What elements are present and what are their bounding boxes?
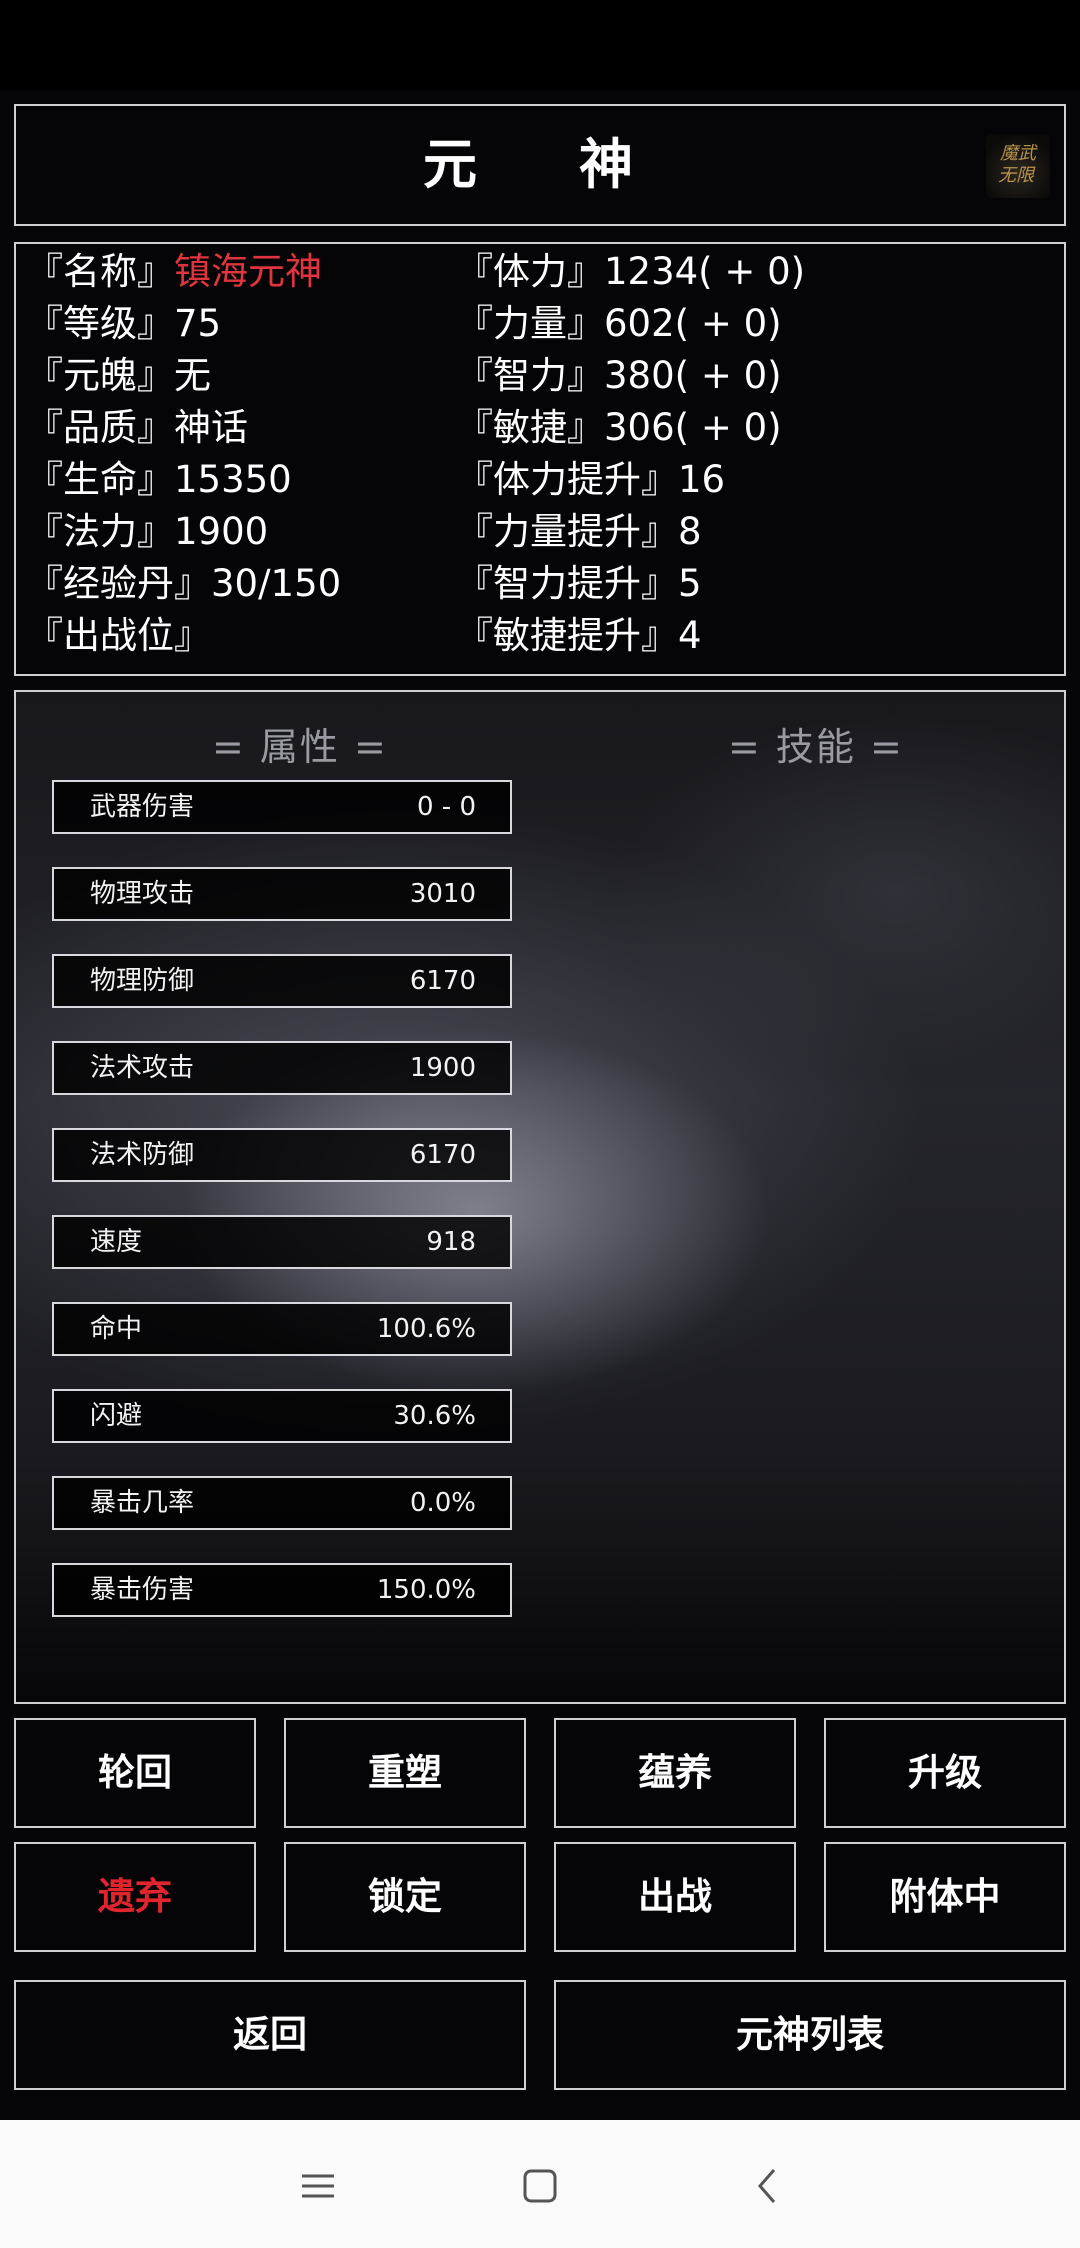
info-soul: 『元魄』无: [26, 354, 211, 397]
info-name: 『名称』镇海元神: [26, 250, 322, 293]
stat-crit-rate: 暴击几率 0.0%: [52, 1476, 512, 1530]
system-nav-bar: [0, 2120, 1080, 2248]
lock-button[interactable]: 锁定: [284, 1842, 526, 1952]
info-strength-growth: 『力量提升』8: [456, 510, 702, 553]
stat-dodge: 闪避 30.6%: [52, 1389, 512, 1443]
upgrade-button[interactable]: 升级: [824, 1718, 1066, 1828]
nurture-button[interactable]: 蕴养: [554, 1718, 796, 1828]
stat-weapon-damage: 武器伤害 0 - 0: [52, 780, 512, 834]
info-agility-growth: 『敏捷提升』4: [456, 614, 702, 657]
stat-magic-defense: 法术防御 6170: [52, 1128, 512, 1182]
info-stamina-growth: 『体力提升』16: [456, 458, 726, 501]
stat-speed: 速度 918: [52, 1215, 512, 1269]
info-quality: 『品质』神话: [26, 406, 248, 449]
title-panel: 元 神 魔武 无限: [14, 104, 1066, 226]
info-battle-position: 『出战位』: [26, 614, 211, 657]
info-mana: 『法力』1900: [26, 510, 269, 553]
info-intellect: 『智力』380( + 0): [456, 354, 782, 397]
status-bar: [0, 0, 1080, 90]
menu-icon[interactable]: [298, 2166, 338, 2206]
spirit-list-button[interactable]: 元神列表: [554, 1980, 1066, 2090]
spirit-screen: 元 神 魔武 无限 『名称』镇海元神 『等级』75 『元魄』无 『品质』神话 『…: [0, 90, 1080, 2120]
info-intellect-growth: 『智力提升』5: [456, 562, 702, 605]
game-logo: 魔武 无限: [986, 134, 1050, 198]
attached-button[interactable]: 附体中: [824, 1842, 1066, 1952]
info-panel: 『名称』镇海元神 『等级』75 『元魄』无 『品质』神话 『生命』15350 『…: [14, 242, 1066, 676]
page-title: 元 神: [423, 133, 657, 196]
stat-physical-defense: 物理防御 6170: [52, 954, 512, 1008]
stat-accuracy: 命中 100.6%: [52, 1302, 512, 1356]
reincarnate-button[interactable]: 轮回: [14, 1718, 256, 1828]
info-level: 『等级』75: [26, 302, 222, 345]
back-chevron-icon[interactable]: [748, 2166, 788, 2206]
stats-panel: = 属性 = = 技能 = 武器伤害 0 - 0 物理攻击 3010 物理防御 617…: [14, 690, 1066, 1704]
stat-crit-damage: 暴击伤害 150.0%: [52, 1563, 512, 1617]
stat-physical-attack: 物理攻击 3010: [52, 867, 512, 921]
attributes-heading: = 属性 =: [212, 725, 388, 769]
info-stamina: 『体力』1234( + 0): [456, 250, 806, 293]
home-square-icon[interactable]: [520, 2166, 560, 2206]
back-button[interactable]: 返回: [14, 1980, 526, 2090]
info-hp: 『生命』15350: [26, 458, 292, 501]
info-exp-pill: 『经验丹』30/150: [26, 562, 342, 605]
stat-magic-attack: 法术攻击 1900: [52, 1041, 512, 1095]
skills-heading: = 技能 =: [728, 725, 904, 769]
info-strength: 『力量』602( + 0): [456, 302, 782, 345]
abandon-button[interactable]: 遗弃: [14, 1842, 256, 1952]
reshape-button[interactable]: 重塑: [284, 1718, 526, 1828]
deploy-button[interactable]: 出战: [554, 1842, 796, 1952]
spirit-name: 镇海元神: [174, 250, 322, 293]
info-agility: 『敏捷』306( + 0): [456, 406, 782, 449]
